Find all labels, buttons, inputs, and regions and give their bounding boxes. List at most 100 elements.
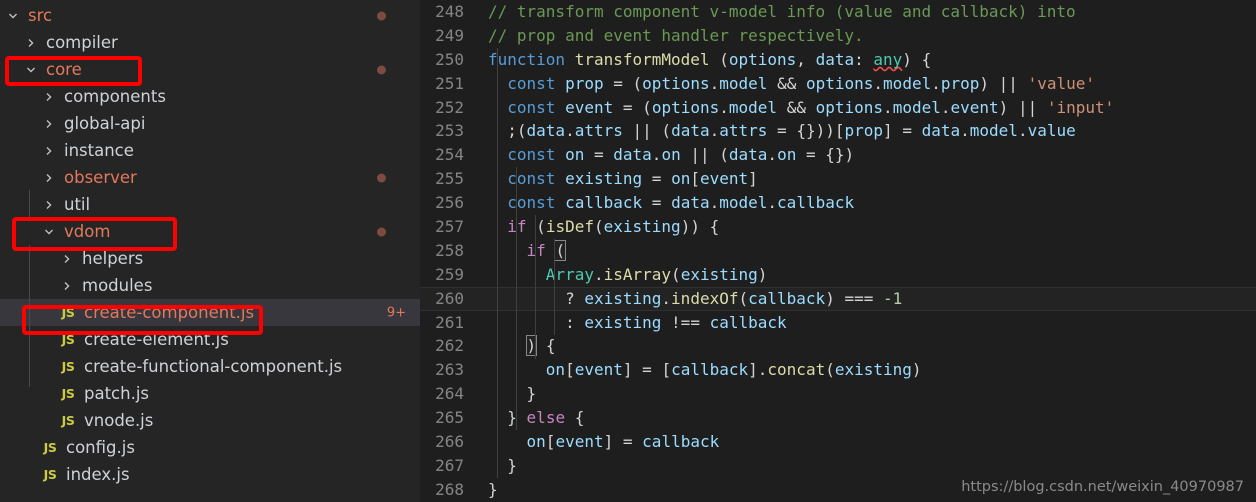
tree-file-create-component.js[interactable]: JS create-component.js 9+: [0, 299, 420, 326]
line-number: 255: [435, 169, 464, 189]
line-number: 248: [435, 2, 464, 21]
line-number: 258: [435, 240, 464, 260]
line-number: 256: [435, 193, 464, 213]
tree-folder-components[interactable]: components: [0, 83, 420, 110]
javascript-file-icon: JS: [43, 440, 57, 455]
code-lines[interactable]: 248 // transform component v-model info (…: [420, 0, 1256, 502]
code-line[interactable]: 261 : existing !== callback: [420, 311, 1256, 335]
modified-dot-icon: [377, 11, 386, 20]
chevron-right-icon[interactable]: [40, 173, 58, 183]
code-line-text: // transform component v-model info (val…: [488, 2, 1076, 21]
code-line-text: const callback = data.model.callback: [507, 193, 855, 213]
javascript-file-icon: JS: [61, 413, 75, 428]
tree-file-create-element.js[interactable]: JS create-element.js: [0, 326, 420, 353]
chevron-right-icon[interactable]: [58, 281, 76, 291]
chevron-right-icon[interactable]: [58, 254, 76, 264]
line-number: 264: [435, 384, 464, 404]
code-line[interactable]: 263 on[event] = [callback].concat(existi…: [420, 358, 1256, 382]
tree-folder-helpers[interactable]: helpers: [0, 245, 420, 272]
code-line[interactable]: 251 const prop = (options.model && optio…: [420, 72, 1256, 96]
code-line[interactable]: 259 Array.isArray(existing): [420, 263, 1256, 287]
line-number: 267: [435, 455, 464, 475]
tree-file-index.js[interactable]: JS index.js: [0, 461, 420, 488]
code-line[interactable]: 249 // prop and event handler respectivel…: [420, 24, 1256, 48]
chevron-right-icon[interactable]: [40, 119, 58, 129]
chevron-right-icon[interactable]: [22, 38, 40, 48]
tree-folder-util[interactable]: util: [0, 191, 420, 218]
tree-item-label: create-functional-component.js: [84, 357, 343, 376]
tree-folder-compiler[interactable]: compiler: [0, 29, 420, 56]
code-line[interactable]: 257 if (isDef(existing)) {: [420, 215, 1256, 239]
code-line-text: ) {: [525, 335, 556, 357]
code-line-text: on[event] = callback: [526, 432, 720, 452]
code-line-text: }: [507, 455, 517, 475]
tree-file-patch.js[interactable]: JS patch.js: [0, 380, 420, 407]
line-number: 268: [435, 479, 464, 499]
code-line-text: on[event] = [callback].concat(existing): [545, 360, 922, 380]
code-line[interactable]: 260 ? existing.indexOf(callback) === -1: [420, 286, 1256, 311]
line-number: 251: [435, 73, 464, 93]
problems-count-badge: 9+: [386, 305, 406, 320]
line-number: 266: [435, 432, 464, 452]
code-line-text: ? existing.indexOf(callback) === -1: [565, 288, 903, 308]
tree-file-create-functional-component.js[interactable]: JS create-functional-component.js: [0, 353, 420, 380]
code-editor[interactable]: 248 // transform component v-model info (…: [420, 0, 1256, 502]
code-line[interactable]: 266 on[event] = callback: [420, 430, 1256, 454]
chevron-right-icon[interactable]: [40, 146, 58, 156]
javascript-file-icon: JS: [61, 305, 75, 320]
tree-item-label: src: [28, 6, 53, 25]
chevron-down-icon[interactable]: [4, 11, 22, 21]
tree-folder-global-api[interactable]: global-api: [0, 110, 420, 137]
indent-guide: [554, 239, 555, 335]
code-line-text: const on = data.on || (data.on = {}): [507, 145, 855, 165]
javascript-file-icon: JS: [61, 332, 75, 347]
javascript-file-icon: JS: [43, 467, 57, 482]
indent-guide: [516, 167, 517, 430]
line-number: 262: [435, 336, 464, 356]
tree-item-label: instance: [64, 141, 134, 160]
code-line[interactable]: 254 const on = data.on || (data.on = {}): [420, 143, 1256, 167]
line-number: 250: [435, 49, 464, 69]
tree-item-label: vdom: [64, 222, 111, 241]
tree-folder-observer[interactable]: observer: [0, 164, 420, 191]
code-line-text: ;(data.attrs || (data.attrs = {}))[prop]…: [507, 121, 1076, 141]
code-line-text: const prop = (options.model && options.m…: [507, 73, 1096, 93]
tree-item-label: components: [64, 87, 166, 106]
code-line-text: } else {: [507, 408, 585, 428]
line-number: 257: [435, 217, 464, 237]
code-line[interactable]: 248 // transform component v-model info (…: [420, 0, 1256, 24]
code-line[interactable]: 262 ) {: [420, 334, 1256, 358]
tree-folder-vdom[interactable]: vdom: [0, 218, 420, 245]
chevron-down-icon[interactable]: [22, 65, 40, 75]
code-line[interactable]: 252 const event = (options.model && opti…: [420, 96, 1256, 120]
javascript-file-icon: JS: [61, 359, 75, 374]
code-line[interactable]: 253 ;(data.attrs || (data.attrs = {}))[p…: [420, 119, 1256, 143]
code-line-text: : existing !== callback: [565, 312, 787, 332]
code-line[interactable]: 267 }: [420, 454, 1256, 478]
modified-dot-icon: [377, 227, 386, 236]
code-line[interactable]: 256 const callback = data.model.callback: [420, 191, 1256, 215]
indent-guide: [29, 245, 30, 387]
tree-item-label: vnode.js: [84, 411, 154, 430]
line-number: 260: [435, 288, 464, 308]
tree-folder-core[interactable]: core: [0, 56, 420, 83]
code-line[interactable]: 265 } else {: [420, 406, 1256, 430]
watermark-url: https://blog.csdn.net/weixin_40970987: [961, 479, 1244, 495]
code-line[interactable]: 250 function transformModel (options, dat…: [420, 48, 1256, 72]
bracket-match-highlight: (: [554, 239, 567, 261]
code-line[interactable]: 264 }: [420, 382, 1256, 406]
tree-file-vnode.js[interactable]: JS vnode.js: [0, 407, 420, 434]
tree-item-label: modules: [82, 276, 153, 295]
chevron-right-icon[interactable]: [40, 92, 58, 102]
indent-guide: [29, 190, 30, 218]
tree-folder-src[interactable]: src: [0, 2, 420, 29]
tree-item-label: util: [64, 195, 91, 214]
tree-folder-modules[interactable]: modules: [0, 272, 420, 299]
tree-item-label: compiler: [46, 33, 118, 52]
tree-file-config.js[interactable]: JS config.js: [0, 434, 420, 461]
code-line[interactable]: 258 if (: [420, 239, 1256, 263]
chevron-right-icon[interactable]: [40, 200, 58, 210]
tree-folder-instance[interactable]: instance: [0, 137, 420, 164]
code-line[interactable]: 255 const existing = on[event]: [420, 167, 1256, 191]
chevron-down-icon[interactable]: [40, 227, 58, 237]
